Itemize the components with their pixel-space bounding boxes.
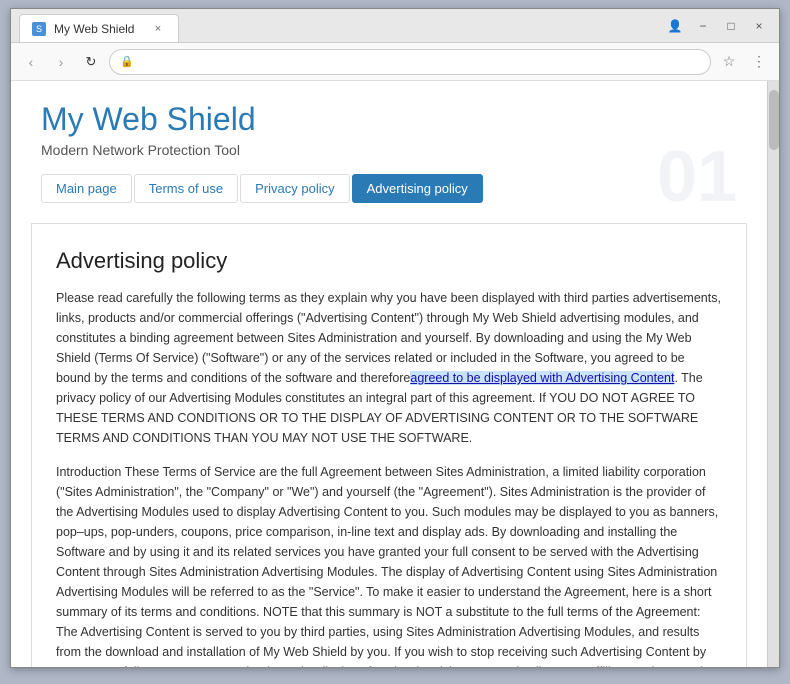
nav-privacy-policy[interactable]: Privacy policy [240,174,349,203]
url-bar[interactable]: 🔒 [109,49,711,75]
title-bar: S My Web Shield × 👤 − □ × [11,9,779,43]
browser-tab[interactable]: S My Web Shield × [19,14,179,42]
site-navigation: Main page Terms of use Privacy policy Ad… [41,174,737,203]
back-button[interactable]: ‹ [19,50,43,74]
tab-favicon: S [32,22,46,36]
menu-button[interactable]: ⋮ [747,50,771,74]
refresh-button[interactable]: ↻ [79,50,103,74]
site-subtitle: Modern Network Protection Tool [41,142,737,158]
window-controls: 👤 − □ × [663,14,771,38]
scrollbar-thumb[interactable] [769,90,779,150]
content-box: Advertising policy Please read carefully… [31,223,747,667]
intro-paragraph: Please read carefully the following term… [56,288,722,448]
highlighted-link[interactable]: agreed to be displayed with Advertising … [410,371,674,385]
scrollbar[interactable] [767,81,779,667]
tab-close-button[interactable]: × [150,21,166,37]
close-button[interactable]: × [747,14,771,38]
nav-advertising-policy[interactable]: Advertising policy [352,174,483,203]
bookmark-button[interactable]: ☆ [717,50,741,74]
page-content: 01 My Web Shield Modern Network Protecti… [11,81,779,667]
tab-title: My Web Shield [54,22,134,36]
body-paragraph: Introduction These Terms of Service are … [56,462,722,667]
content-heading: Advertising policy [56,248,722,274]
site-title: My Web Shield [41,101,737,138]
profile-button[interactable]: 👤 [663,14,687,38]
tab-area: S My Web Shield × [19,9,659,42]
forward-button[interactable]: › [49,50,73,74]
address-bar: ‹ › ↻ 🔒 ☆ ⋮ [11,43,779,81]
browser-window: S My Web Shield × 👤 − □ × ‹ › ↻ 🔒 ☆ ⋮ 01 [10,8,780,668]
lock-icon: 🔒 [120,55,134,68]
restore-button[interactable]: □ [719,14,743,38]
minimize-button[interactable]: − [691,14,715,38]
nav-terms-of-use[interactable]: Terms of use [134,174,238,203]
page-inner: 01 My Web Shield Modern Network Protecti… [11,81,767,667]
nav-main-page[interactable]: Main page [41,174,132,203]
